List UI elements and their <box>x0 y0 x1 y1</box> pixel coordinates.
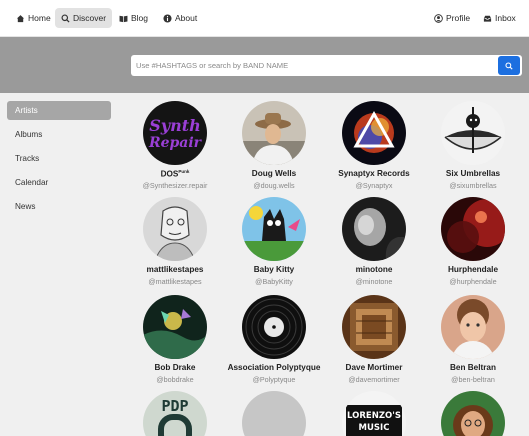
nav-blog-label: Blog <box>131 13 149 23</box>
home-icon <box>16 14 25 22</box>
artist-avatar[interactable]: Synth Repair <box>143 101 207 165</box>
artist-avatar[interactable] <box>441 295 505 359</box>
book-icon <box>119 15 128 22</box>
artist-name[interactable]: Six Umbrellas <box>413 169 529 178</box>
artist-handle: @ben-beltran <box>451 375 495 384</box>
nav-inbox[interactable]: Inbox <box>477 8 522 28</box>
nav-blog[interactable]: Blog <box>113 8 154 28</box>
nav-about[interactable]: About <box>157 8 203 28</box>
sidebar-item-news[interactable]: News <box>7 197 111 216</box>
artist-handle: @hurphendale <box>449 277 497 286</box>
sidebar-item-albums[interactable]: Albums <box>7 125 111 144</box>
sidebar-item-label: Tracks <box>15 154 40 163</box>
artist-avatar[interactable] <box>342 197 406 261</box>
nav-profile[interactable]: Profile <box>428 8 476 28</box>
artist-avatar[interactable] <box>143 295 207 359</box>
artist-avatar[interactable] <box>342 295 406 359</box>
sidebar-item-label: Artists <box>15 106 38 115</box>
nav-inbox-label: Inbox <box>495 13 516 23</box>
search-button[interactable] <box>498 56 520 75</box>
nav-home[interactable]: Home <box>10 8 57 28</box>
artist-avatar[interactable] <box>441 101 505 165</box>
svg-text:Repair: Repair <box>148 135 203 151</box>
artist-avatar[interactable] <box>342 101 406 165</box>
search-bar <box>131 55 522 76</box>
search-input[interactable] <box>131 55 497 76</box>
sidebar-item-label: Albums <box>15 130 43 139</box>
nav-home-label: Home <box>28 13 51 23</box>
artist-avatar[interactable] <box>242 101 306 165</box>
inbox-icon <box>483 15 492 22</box>
user-circle-icon <box>434 13 443 23</box>
search-icon <box>61 13 70 23</box>
artist-avatar[interactable] <box>242 197 306 261</box>
svg-text:Synth: Synth <box>149 116 201 135</box>
sidebar-item-artists[interactable]: Artists <box>7 101 111 120</box>
artist-avatar[interactable] <box>143 197 207 261</box>
artist-handle: @sixumbrellas <box>449 181 497 190</box>
artist-avatar[interactable] <box>441 197 505 261</box>
svg-text:LORENZO'S: LORENZO'S <box>347 411 401 421</box>
info-icon <box>163 13 172 23</box>
search-icon <box>505 61 513 70</box>
sidebar-item-label: Calendar <box>15 178 49 187</box>
artist-name[interactable]: Hurphendale <box>413 265 529 274</box>
nav-profile-label: Profile <box>446 13 471 23</box>
sidebar-item-calendar[interactable]: Calendar <box>7 173 111 192</box>
nav-discover-label: Discover <box>73 13 107 23</box>
artist-avatar[interactable] <box>242 295 306 359</box>
sidebar-item-tracks[interactable]: Tracks <box>7 149 111 168</box>
sidebar-item-label: News <box>15 202 36 211</box>
nav-discover[interactable]: Discover <box>55 8 113 28</box>
top-nav: Home Discover Blog About Profile Inbox <box>0 0 529 37</box>
svg-text:PDP: PDP <box>161 397 188 415</box>
nav-about-label: About <box>175 13 198 23</box>
svg-text:MUSIC: MUSIC <box>359 423 390 433</box>
artist-name[interactable]: Ben Beltran <box>413 363 529 372</box>
